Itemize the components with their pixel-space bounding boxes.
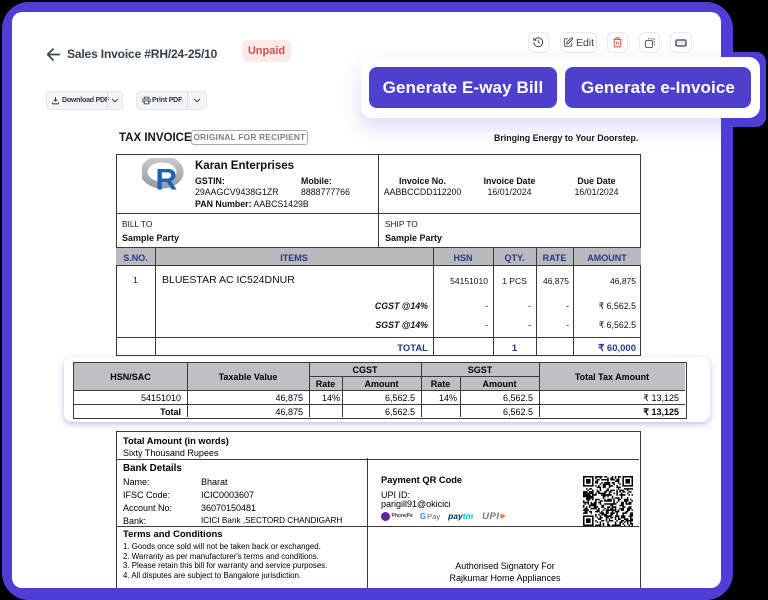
svg-text:R: R <box>156 164 178 193</box>
